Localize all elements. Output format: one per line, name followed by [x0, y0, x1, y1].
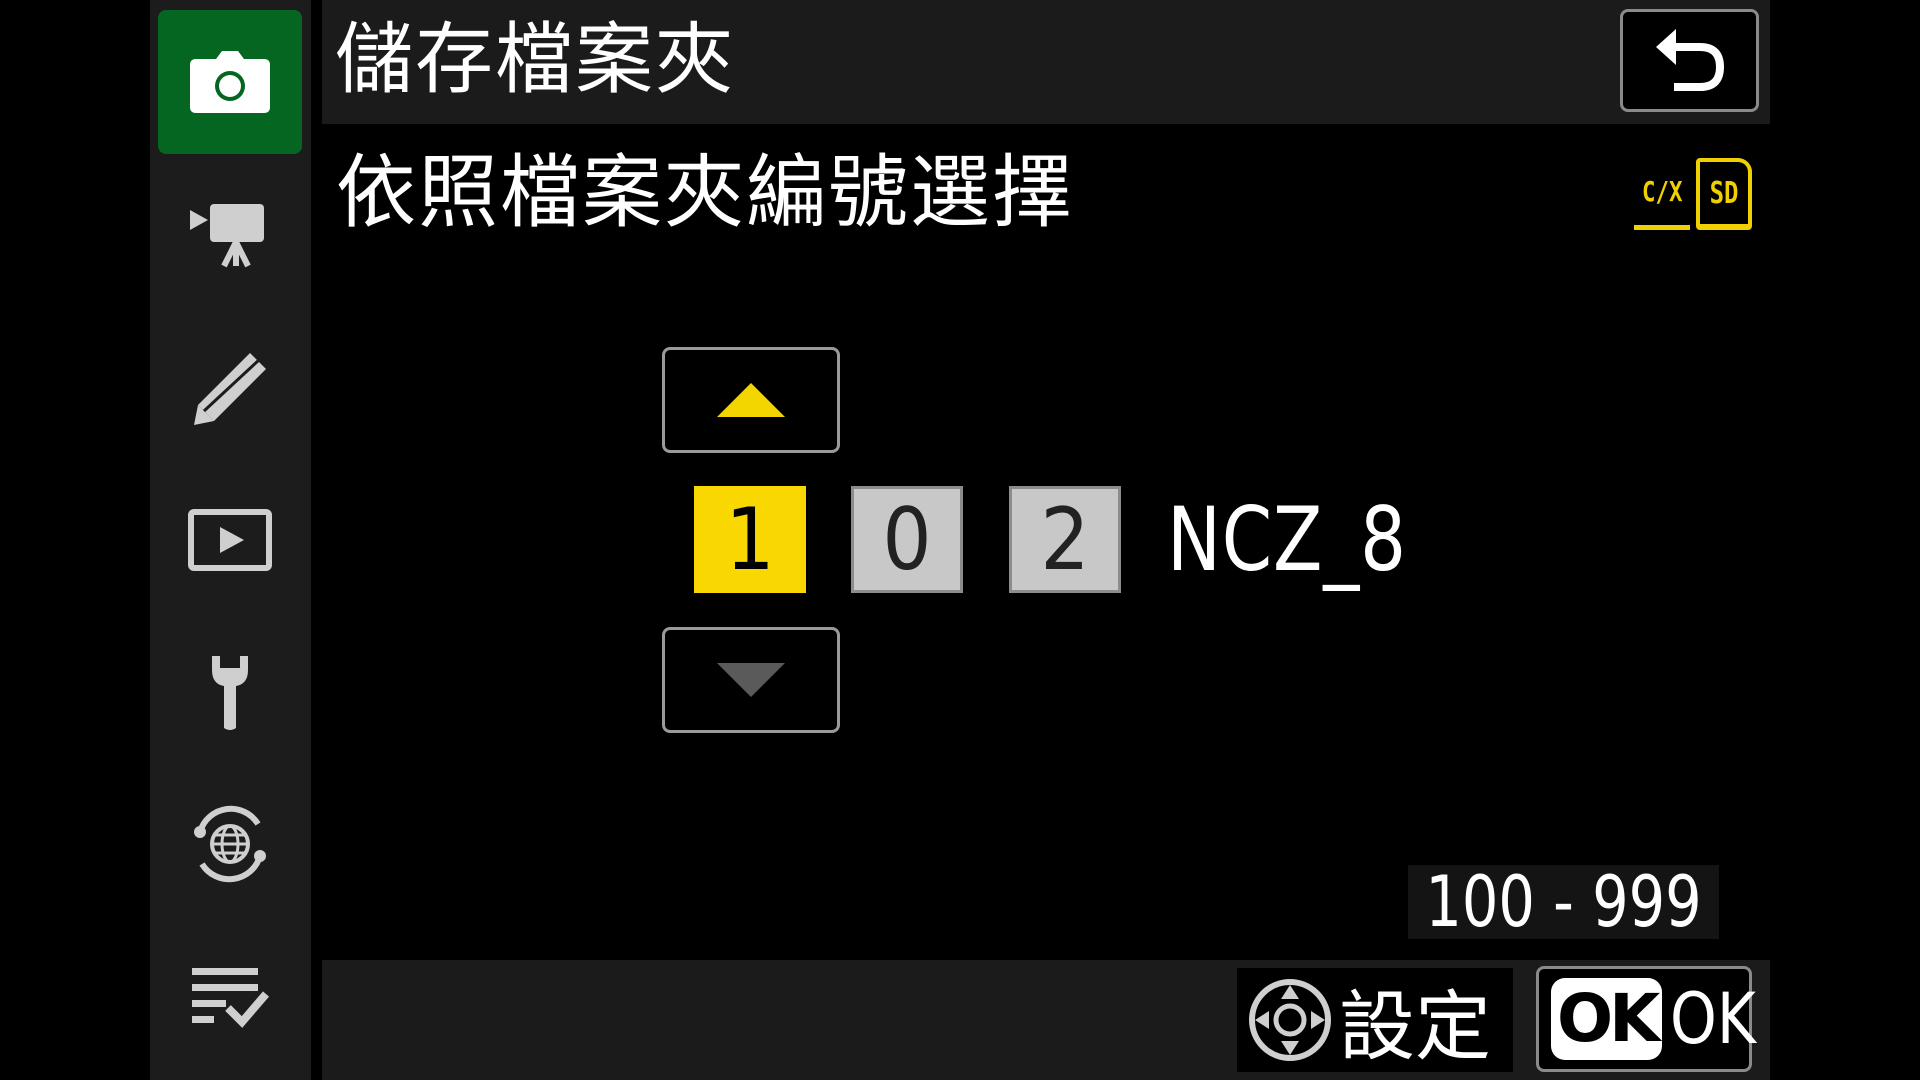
sidebar-item-setup-menu[interactable] — [158, 620, 302, 764]
sidebar-item-playback-menu[interactable] — [158, 468, 302, 612]
arrow-down-icon — [717, 663, 785, 697]
page-title: 儲存檔案夾 — [335, 15, 736, 105]
sidebar-item-video-recording-menu[interactable] — [158, 163, 302, 307]
folder-digit-hundreds[interactable]: 1 — [694, 486, 806, 593]
folder-number-range: 100 - 999 — [1408, 861, 1719, 943]
sidebar-item-photo-shooting-menu[interactable] — [158, 10, 302, 154]
arrow-up-icon — [717, 383, 785, 417]
sidebar-item-my-menu[interactable] — [158, 924, 302, 1068]
set-hint[interactable]: 設定 — [1237, 968, 1513, 1072]
ok-label: OK — [1670, 978, 1757, 1060]
memory-card-slots: C/X SD — [1634, 158, 1752, 230]
movie-camera-icon — [190, 204, 264, 268]
decrement-button[interactable] — [662, 627, 840, 733]
network-globe-icon — [194, 805, 266, 883]
sidebar-item-custom-settings-menu[interactable] — [158, 317, 302, 461]
card-slot-2-label: SD — [1709, 175, 1739, 211]
back-button[interactable] — [1620, 9, 1759, 112]
cfexpress-card-icon: C/X — [1634, 158, 1690, 230]
section-heading: 依照檔案夾編號選擇 — [336, 146, 1074, 239]
set-label: 設定 — [1339, 982, 1491, 1071]
sidebar-item-network-menu[interactable] — [158, 772, 302, 916]
card-slot-1-label: C/X — [1641, 175, 1683, 208]
sidebar — [150, 0, 311, 1080]
folder-name-suffix: NCZ_8 — [1167, 488, 1407, 591]
wrench-icon — [212, 656, 248, 730]
ok-badge-icon: OK — [1551, 978, 1663, 1060]
pencil-icon — [194, 353, 266, 425]
my-menu-checklist-icon — [192, 968, 270, 1028]
header-bar: 儲存檔案夾 — [322, 0, 1770, 124]
increment-button[interactable] — [662, 347, 840, 453]
footer-bar: 設定 OK OK — [322, 960, 1770, 1080]
ok-button[interactable]: OK OK — [1536, 966, 1756, 1072]
camera-icon — [190, 51, 270, 113]
range-text: 100 - 999 — [1425, 861, 1702, 943]
multi-selector-icon — [1249, 979, 1331, 1061]
folder-digit-tens[interactable]: 0 — [851, 486, 963, 593]
playback-icon — [188, 509, 272, 571]
folder-digit-ones[interactable]: 2 — [1009, 486, 1121, 593]
sd-card-icon: SD — [1696, 158, 1752, 230]
return-arrow-icon — [1655, 28, 1724, 91]
